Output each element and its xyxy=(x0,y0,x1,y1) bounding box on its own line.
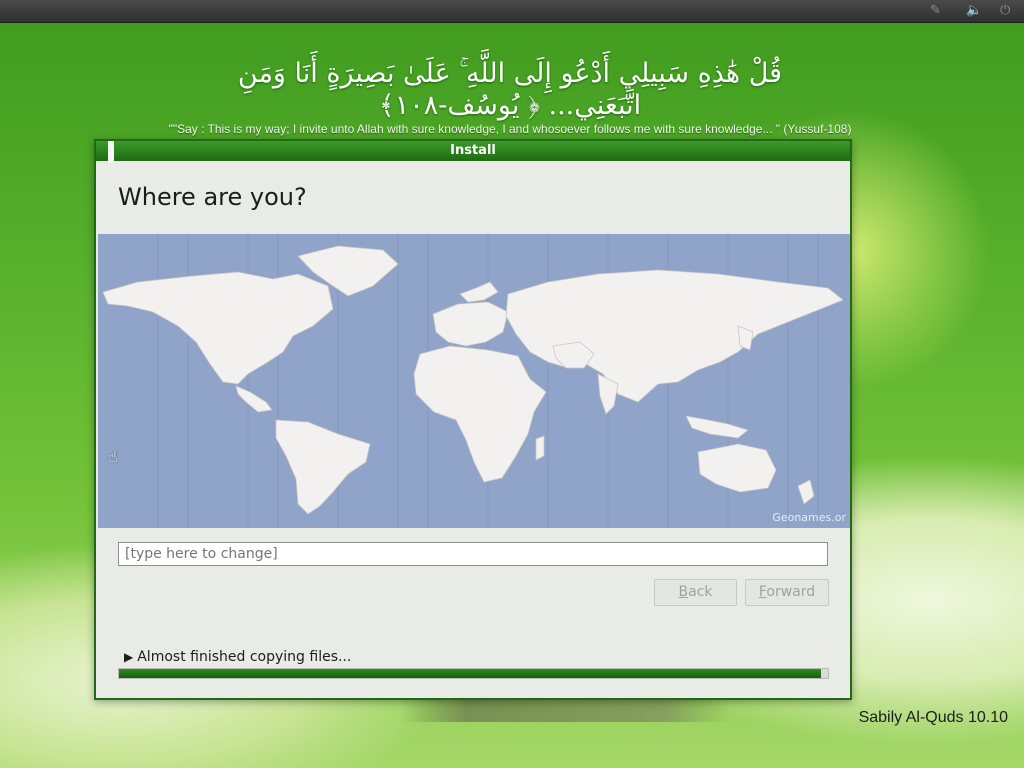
volume-icon[interactable]: 🔈 xyxy=(966,3,982,19)
forward-button[interactable]: Forward xyxy=(745,579,829,606)
map-credit: Geonames.or xyxy=(772,511,846,524)
window-title: Install xyxy=(450,143,496,158)
copy-progress-bar xyxy=(118,668,829,679)
progress-expander[interactable]: ▶ Almost finished copying files... xyxy=(124,649,351,665)
timezone-input[interactable] xyxy=(118,542,828,566)
timezone-map[interactable]: Geonames.or xyxy=(98,234,850,528)
status-text: Almost finished copying files... xyxy=(137,649,352,665)
background-decoration xyxy=(400,700,730,722)
verse-translation: ""Say : This is my way; I invite unto Al… xyxy=(168,122,852,136)
world-map-graphic xyxy=(102,234,844,528)
top-panel: ✎ 🔈 ⏻ xyxy=(0,0,1024,23)
page-heading: Where are you? xyxy=(118,183,307,211)
mouse-cursor-icon: ☝ xyxy=(108,447,118,466)
power-icon[interactable]: ⏻ xyxy=(1000,3,1010,19)
back-button[interactable]: Back xyxy=(654,579,737,606)
network-icon[interactable]: ✎ xyxy=(930,3,941,19)
progress-fill xyxy=(119,669,821,678)
installer-window: Install Where are you? Geonames.or [type… xyxy=(94,139,852,700)
expander-arrow-icon: ▶ xyxy=(124,650,134,664)
window-titlebar[interactable]: Install xyxy=(96,141,850,161)
quran-verse: قُلْ هَٰذِهِ سَبِيلِي أَدْعُو إِلَى اللَ… xyxy=(237,58,783,121)
titlebar-grip xyxy=(108,141,114,163)
distro-brand: Sabily Al-Quds 10.10 xyxy=(858,709,1008,726)
